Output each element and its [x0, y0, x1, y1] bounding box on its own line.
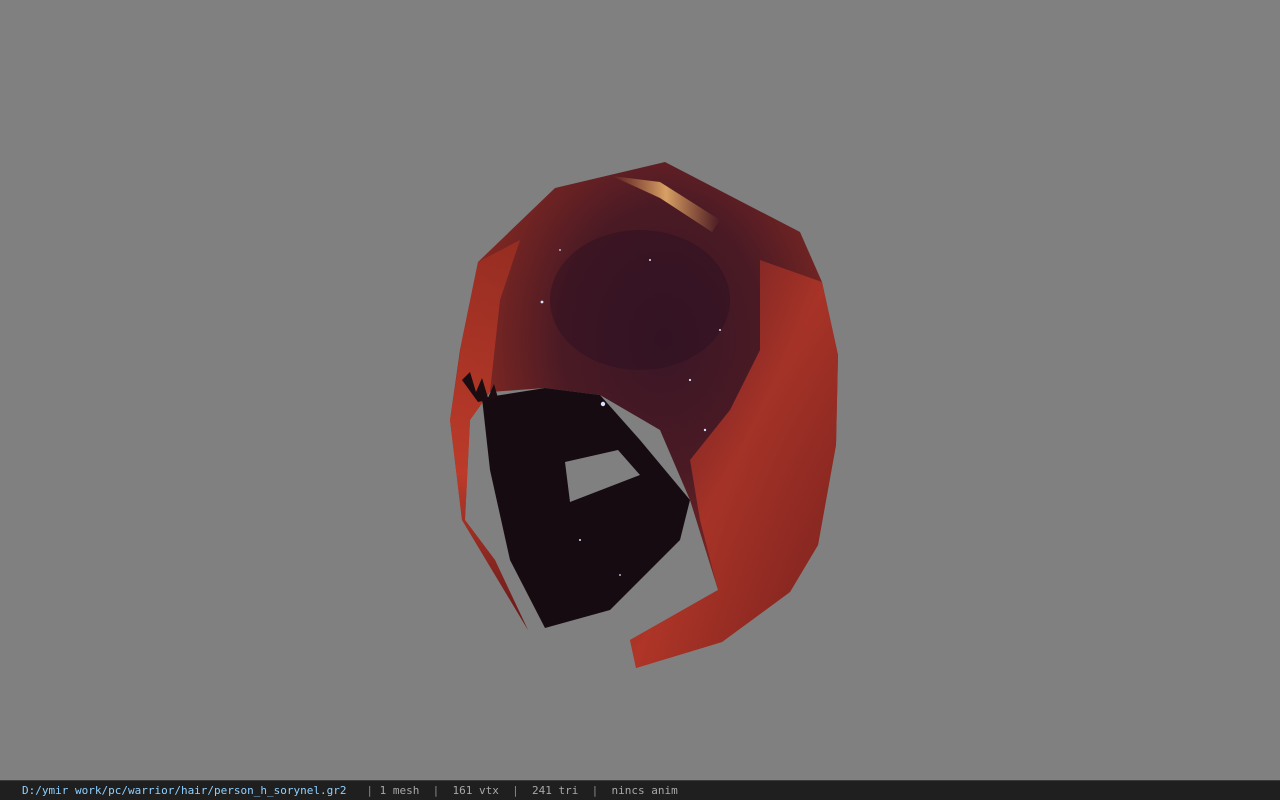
status-separator: | [366, 784, 374, 797]
animation-status: nincs anim [611, 784, 678, 797]
vertex-count: 161 vtx [452, 784, 499, 797]
dome-shadow [550, 230, 730, 370]
status-separator: | [432, 784, 440, 797]
file-path: D:/ymir work/pc/warrior/hair/person_h_so… [22, 784, 347, 797]
status-separator: | [512, 784, 519, 797]
triangle-count: 241 tri [532, 784, 579, 797]
3d-viewport[interactable] [0, 0, 1280, 780]
status-bar: D:/ymir work/pc/warrior/hair/person_h_so… [0, 780, 1280, 800]
status-separator: | [591, 784, 599, 797]
helmet-model[interactable] [0, 0, 1280, 780]
mesh-count: 1 mesh [379, 784, 420, 797]
